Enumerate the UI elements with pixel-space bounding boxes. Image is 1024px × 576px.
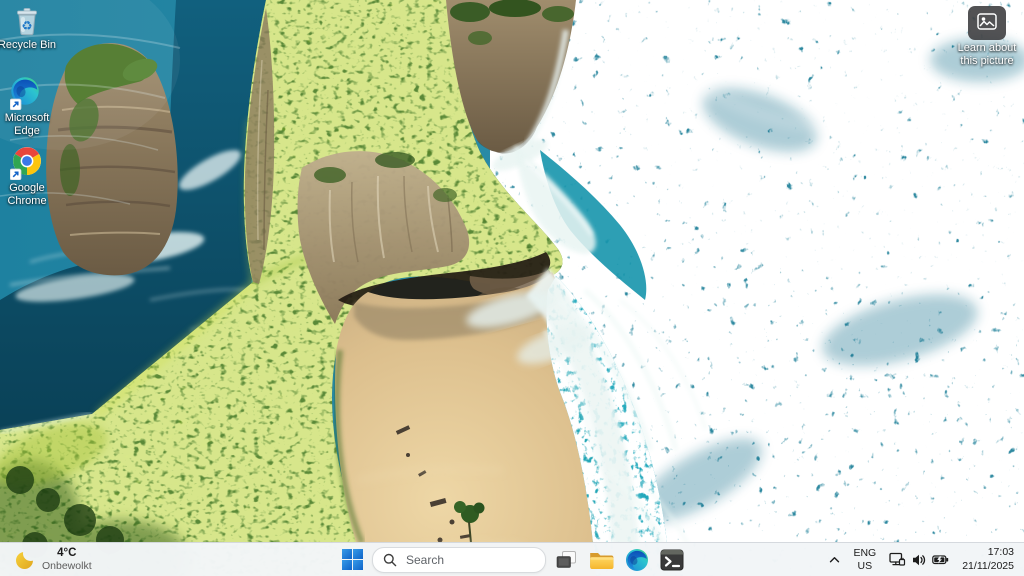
windows-logo-icon	[342, 549, 363, 570]
network-icon	[889, 552, 906, 567]
desktop-icon-label: Google Chrome	[0, 182, 60, 208]
terminal-icon	[660, 548, 684, 572]
clock-time: 17:03	[988, 546, 1014, 560]
hidden-icons-button[interactable]	[823, 546, 846, 574]
edge-icon	[625, 548, 649, 572]
start-button[interactable]	[337, 546, 367, 574]
search-icon	[383, 553, 397, 567]
desktop-icon-label: Learn about this picture	[950, 42, 1024, 68]
taskbar-center-group	[337, 543, 687, 576]
chevron-up-icon	[829, 556, 840, 564]
desktop-icon-google-chrome[interactable]: Google Chrome	[0, 144, 61, 210]
file-explorer-button[interactable]	[586, 546, 617, 574]
desktop-icon-recycle-bin[interactable]: ♻ Recycle Bin	[0, 3, 61, 54]
weather-temperature: 4°C	[42, 547, 92, 561]
volume-icon	[912, 552, 926, 567]
desktop-icon-label: Microsoft Edge	[0, 112, 60, 138]
moon-icon	[15, 550, 35, 570]
terminal-button[interactable]	[657, 546, 687, 574]
clock-date: 21/11/2025	[962, 560, 1014, 574]
task-view-button[interactable]	[551, 546, 581, 574]
battery-charging-icon	[932, 553, 949, 567]
language-line2: US	[858, 560, 873, 572]
desktop-icon-microsoft-edge[interactable]: Microsoft Edge	[0, 74, 61, 140]
weather-condition: Onbewolkt	[42, 560, 92, 572]
edge-taskbar-button[interactable]	[622, 546, 652, 574]
search-input[interactable]	[404, 552, 541, 568]
weather-widget[interactable]: 4°C Onbewolkt	[8, 543, 99, 576]
clock-button[interactable]: 17:03 21/11/2025	[956, 546, 1020, 574]
chrome-icon	[10, 146, 44, 180]
recycle-bin-icon: ♻	[11, 5, 43, 37]
picture-frame-icon	[968, 6, 1006, 40]
language-line1: ENG	[853, 547, 876, 559]
desktop-icon-label: Recycle Bin	[0, 39, 56, 52]
desktop-icon-learn-about-picture[interactable]: Learn about this picture	[949, 4, 1024, 70]
svg-text:♻: ♻	[21, 18, 32, 33]
system-status-button[interactable]	[883, 546, 955, 574]
edge-icon	[10, 76, 44, 110]
search-box[interactable]	[372, 547, 546, 573]
language-switcher[interactable]: ENG US	[847, 546, 882, 574]
taskbar: 4°C Onbewolkt	[0, 542, 1024, 576]
system-tray: ENG US 17:03	[823, 543, 1020, 576]
wallpaper-kelingking-beach	[0, 0, 1024, 576]
task-view-icon	[556, 550, 577, 569]
file-explorer-icon	[589, 549, 614, 570]
